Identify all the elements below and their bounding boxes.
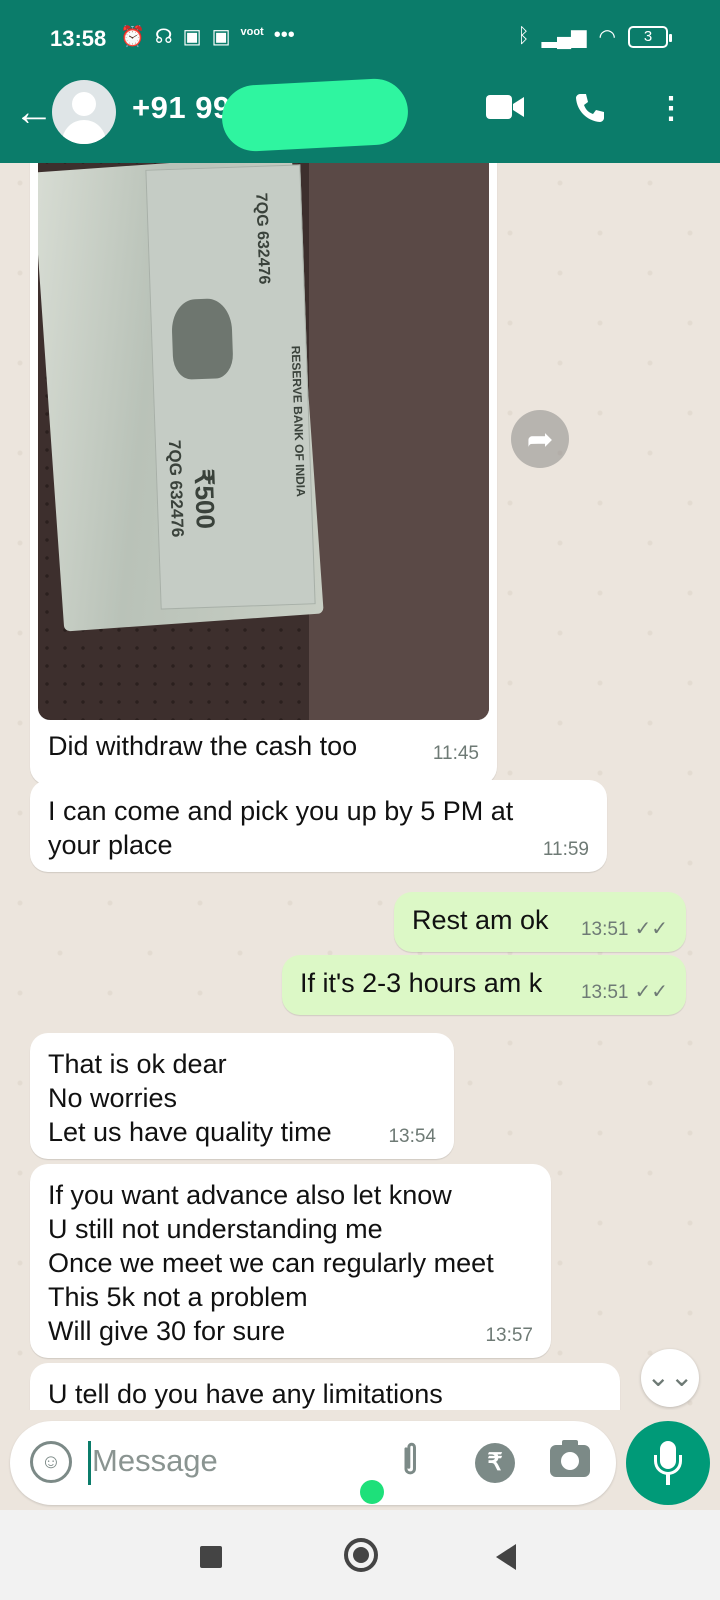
message-line: your place <box>48 830 173 860</box>
banknote-bank-text: RESERVE BANK OF INDIA <box>288 345 308 497</box>
avatar[interactable] <box>52 80 116 144</box>
mic-icon-arc <box>654 1455 682 1475</box>
message-line: U still not understanding me <box>48 1214 383 1244</box>
message-bubble-incoming[interactable]: U tell do you have any limitations <box>30 1363 620 1410</box>
bluetooth-icon: ᛒ <box>517 25 530 47</box>
home-button[interactable] <box>344 1538 378 1572</box>
message-bubble-outgoing[interactable]: Rest am ok 13:51 ✓✓ <box>394 892 686 952</box>
recording-indicator-dot <box>360 1480 384 1504</box>
emoji-icon[interactable]: ☺ <box>30 1441 72 1483</box>
voot-icon: voot <box>240 26 264 38</box>
battery-saver-icon: ▣ <box>211 26 231 48</box>
message-input[interactable]: Message <box>92 1443 218 1479</box>
chat-area[interactable]: RESERVE BANK OF INDIA 7QG 632476 7QG 632… <box>0 163 720 1410</box>
voice-call-icon[interactable] <box>574 92 606 132</box>
message-meta: 13:51 ✓✓ <box>581 919 668 940</box>
message-time: 11:59 <box>542 839 589 860</box>
banknote-serial-bottom: 7QG 632476 <box>164 439 188 538</box>
message-time: 13:57 <box>485 1325 533 1346</box>
banknote-denomination: ₹500 <box>188 468 221 530</box>
more-notifications-icon: ••• <box>273 24 295 46</box>
video-call-icon[interactable] <box>486 92 524 130</box>
mic-icon-stem <box>666 1473 670 1485</box>
cash-photo[interactable]: RESERVE BANK OF INDIA 7QG 632476 7QG 632… <box>38 163 489 720</box>
scroll-to-bottom-button[interactable]: ⌄⌄ <box>641 1349 699 1407</box>
message-time: 11:45 <box>432 743 479 764</box>
photo-background <box>309 163 489 720</box>
message-line: That is ok dear <box>48 1049 227 1079</box>
message-bubble-outgoing[interactable]: If it's 2-3 hours am k 13:51 ✓✓ <box>282 955 686 1015</box>
banknote-portrait <box>170 297 234 380</box>
app-header-bar: 13:58 ⏰ ☊ ▣ ▣ voot ••• ᛒ ▂▄▆ ◠ 3 ← +91 9… <box>0 0 720 163</box>
avatar-head <box>72 92 96 116</box>
battery-saver-icon: ▣ <box>182 26 202 48</box>
status-right-icons: ᛒ ▂▄▆ ◠ 3 <box>517 24 672 49</box>
message-line: This 5k not a problem <box>48 1282 308 1312</box>
status-time: 13:58 <box>50 26 107 51</box>
message-time: 13:51 <box>580 919 629 940</box>
message-line: Once we meet we can regularly meet <box>48 1248 494 1278</box>
payment-icon[interactable]: ₹ <box>475 1443 515 1483</box>
message-line: If you want advance also let know <box>48 1180 452 1210</box>
status-bar: 13:58 ⏰ ☊ ▣ ▣ voot ••• ᛒ ▂▄▆ ◠ 3 <box>0 0 720 80</box>
message-bubble-incoming[interactable]: I can come and pick you up by 5 PM at yo… <box>30 780 607 872</box>
banknote: RESERVE BANK OF INDIA 7QG 632476 7QG 632… <box>145 164 316 610</box>
contact-name[interactable]: +91 99 <box>132 90 231 126</box>
attach-icon[interactable] <box>385 1433 439 1487</box>
message-bubble-incoming[interactable]: If you want advance also let know U stil… <box>30 1164 551 1358</box>
redaction-mark <box>220 77 410 153</box>
message-time: 13:51 <box>580 982 629 1003</box>
system-navigation-bar <box>0 1510 720 1600</box>
message-line: I can come and pick you up by 5 PM at <box>48 796 514 826</box>
back-arrow-icon[interactable]: ← <box>14 92 54 132</box>
more-options-icon[interactable]: ⋮ <box>656 92 686 126</box>
avatar-body <box>62 120 106 144</box>
signal-icon: ▂▄▆ <box>541 26 587 48</box>
battery-icon: 3 <box>628 25 672 48</box>
text-cursor <box>88 1441 91 1485</box>
forward-icon[interactable]: ➦ <box>511 410 569 468</box>
status-left-icons: ⏰ ☊ ▣ ▣ voot ••• <box>120 24 295 49</box>
recents-button[interactable] <box>200 1546 222 1568</box>
alarm-icon: ⏰ <box>120 26 145 48</box>
message-composer[interactable]: ☺ Message ₹ <box>10 1421 616 1505</box>
banknote-serial-top: 7QG 632476 <box>252 192 273 285</box>
voice-message-button[interactable] <box>626 1421 710 1505</box>
message-time: 13:54 <box>388 1126 436 1147</box>
image-caption: Did withdraw the cash too <box>48 731 358 761</box>
headset-icon: ☊ <box>154 26 173 48</box>
message-bubble-incoming[interactable]: That is ok dear No worries Let us have q… <box>30 1033 454 1159</box>
message-line: Will give 30 for sure <box>48 1316 286 1346</box>
message-line: Let us have quality time <box>48 1117 332 1147</box>
read-receipt-icon: ✓✓ <box>634 918 668 940</box>
camera-icon[interactable] <box>550 1440 590 1477</box>
chat-header: ← +91 99 8 ⋮ <box>0 77 720 163</box>
back-button[interactable] <box>496 1544 516 1570</box>
read-receipt-icon: ✓✓ <box>634 981 668 1003</box>
image-message-bubble[interactable]: RESERVE BANK OF INDIA 7QG 632476 7QG 632… <box>30 163 497 785</box>
message-line: U tell do you have any limitations <box>48 1379 443 1409</box>
wifi-icon: ◠ <box>598 26 616 48</box>
message-line: No worries <box>48 1083 178 1113</box>
message-meta: 13:51 ✓✓ <box>581 982 668 1003</box>
